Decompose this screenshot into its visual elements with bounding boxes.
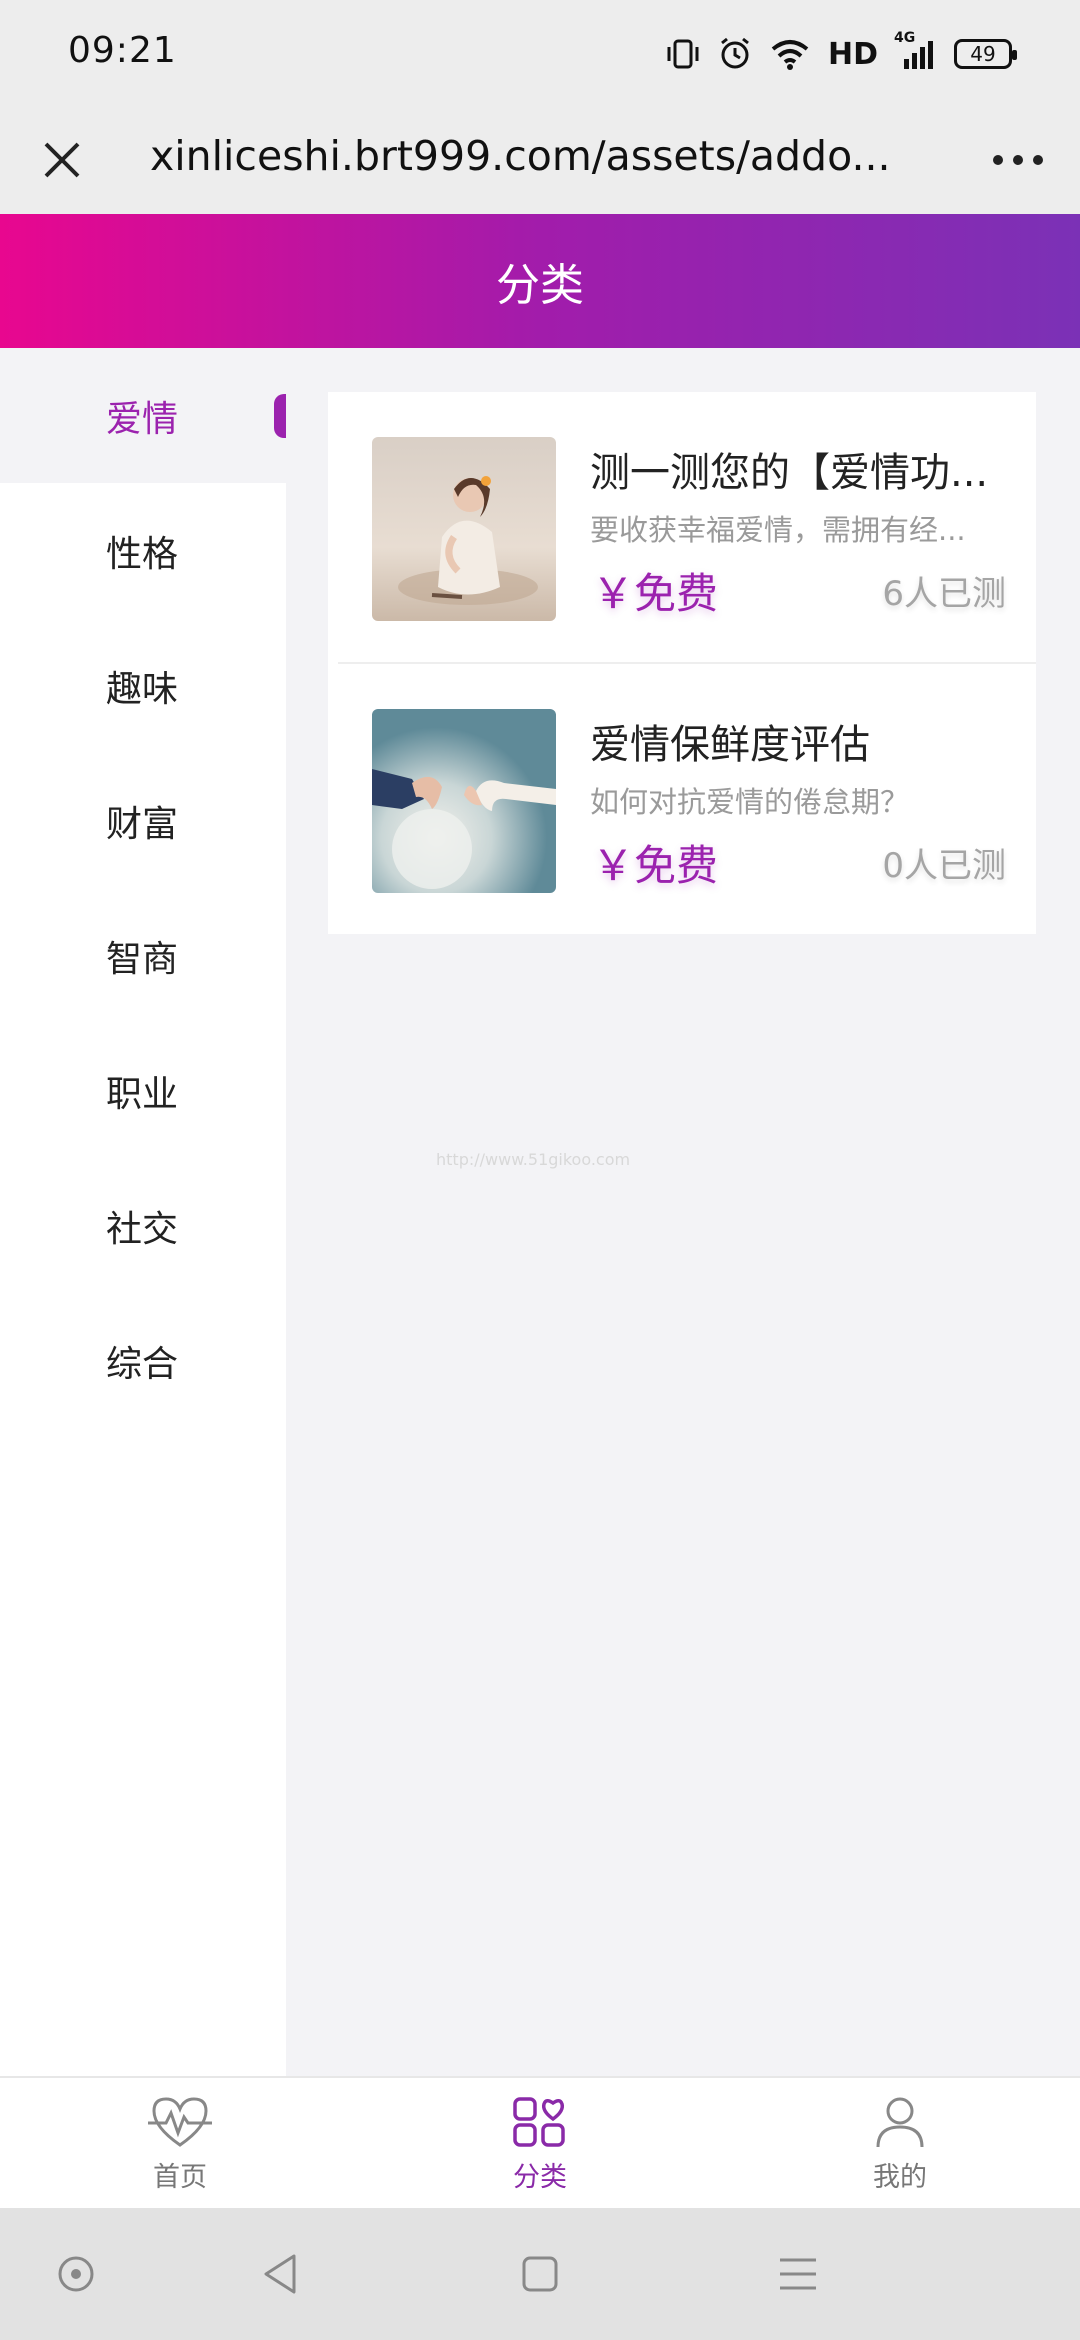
sidebar-item-label: 趣味 — [106, 668, 179, 710]
list-item[interactable]: 测一测您的【爱情功... 要收获幸福爱情，需拥有经... ￥免费 6人已测 — [328, 392, 1036, 664]
sidebar-item-label: 财富 — [106, 803, 179, 845]
vibrate-icon — [666, 34, 700, 74]
tab-home[interactable]: 首页 — [80, 2078, 280, 2210]
battery-level: 49 — [970, 42, 996, 66]
test-count: 6人已测 — [882, 574, 1006, 614]
test-list: 测一测您的【爱情功... 要收获幸福爱情，需拥有经... ￥免费 6人已测 爱情… — [328, 392, 1036, 934]
test-title: 测一测您的【爱情功... — [590, 450, 989, 496]
home-button[interactable] — [510, 2244, 570, 2304]
sidebar-item-label: 爱情 — [106, 398, 179, 440]
sidebar-item-iq[interactable]: 智商 — [0, 888, 286, 1023]
sidebar-item-label: 综合 — [106, 1343, 179, 1385]
sidebar-item-career[interactable]: 职业 — [0, 1023, 286, 1158]
url-text[interactable]: xinliceshi.brt999.com/assets/addo... — [150, 132, 910, 180]
tab-label: 首页 — [153, 2161, 207, 2193]
sidebar-item-social[interactable]: 社交 — [0, 1158, 286, 1293]
test-thumbnail — [372, 437, 556, 621]
sidebar-item-label: 职业 — [106, 1073, 179, 1115]
battery-icon: 49 — [954, 34, 1017, 74]
sidebar-item-fun[interactable]: 趣味 — [0, 618, 286, 753]
test-price: ￥免费 — [592, 569, 719, 618]
watermark: http://www.51gikoo.com — [436, 1150, 631, 1169]
browser-bar: xinliceshi.brt999.com/assets/addo... — [0, 106, 1080, 214]
close-icon — [44, 142, 80, 178]
content-area: 测一测您的【爱情功... 要收获幸福爱情，需拥有经... ￥免费 6人已测 爱情… — [286, 348, 1080, 2076]
page-title: 分类 — [496, 260, 584, 311]
tab-label: 我的 — [873, 2161, 927, 2193]
home-square-icon — [522, 2256, 558, 2292]
test-description: 如何对抗爱情的倦怠期？ — [590, 785, 910, 819]
user-icon — [876, 2097, 924, 2147]
menu-button[interactable] — [768, 2244, 828, 2304]
sidebar-item-love[interactable]: 爱情 — [0, 348, 286, 483]
active-indicator — [274, 394, 286, 438]
status-icons: HD 4G 49 — [666, 30, 1017, 78]
test-price: ￥免费 — [592, 841, 719, 890]
bottom-nav: 首页 分类 我的 — [0, 2076, 1080, 2208]
menu-lines-icon — [780, 2258, 816, 2290]
network-type: HD — [827, 36, 878, 72]
more-button[interactable] — [986, 128, 1050, 192]
list-item[interactable]: 爱情保鲜度评估 如何对抗爱情的倦怠期？ ￥免费 0人已测 — [328, 664, 1036, 936]
test-description: 要收获幸福爱情，需拥有经... — [590, 513, 966, 547]
more-dots-icon — [993, 155, 1043, 165]
sidebar-item-general[interactable]: 综合 — [0, 1293, 286, 1428]
sidebar-item-label: 性格 — [106, 533, 179, 575]
tab-category[interactable]: 分类 — [440, 2078, 640, 2210]
sidebar-item-personality[interactable]: 性格 — [0, 483, 286, 618]
tab-mine[interactable]: 我的 — [800, 2078, 1000, 2210]
system-nav-bar — [0, 2208, 1080, 2340]
category-sidebar: 爱情 性格 趣味 财富 智商 职业 社交 综合 — [0, 348, 286, 2076]
test-count: 0人已测 — [882, 846, 1006, 886]
test-title: 爱情保鲜度评估 — [590, 722, 870, 768]
status-time: 09:21 — [68, 30, 177, 71]
page-header: 分类 — [0, 214, 1080, 348]
sidebar-item-wealth[interactable]: 财富 — [0, 753, 286, 888]
status-bar: 09:21 HD 4G 49 — [0, 0, 1080, 106]
wifi-icon — [770, 34, 810, 74]
assistant-icon — [58, 2256, 94, 2292]
assistant-button[interactable] — [46, 2244, 106, 2304]
signal-type-label: 4G — [894, 30, 916, 46]
tab-label: 分类 — [513, 2161, 567, 2193]
sidebar-item-label: 社交 — [106, 1208, 179, 1250]
close-button[interactable] — [30, 128, 94, 192]
sidebar-item-label: 智商 — [106, 938, 179, 980]
category-icon — [513, 2096, 565, 2147]
back-triangle-icon — [264, 2254, 296, 2294]
alarm-icon — [718, 34, 752, 74]
heartbeat-icon — [148, 2096, 212, 2147]
test-thumbnail — [372, 709, 556, 893]
back-button[interactable] — [250, 2244, 310, 2304]
signal-icon: 4G — [894, 30, 936, 74]
